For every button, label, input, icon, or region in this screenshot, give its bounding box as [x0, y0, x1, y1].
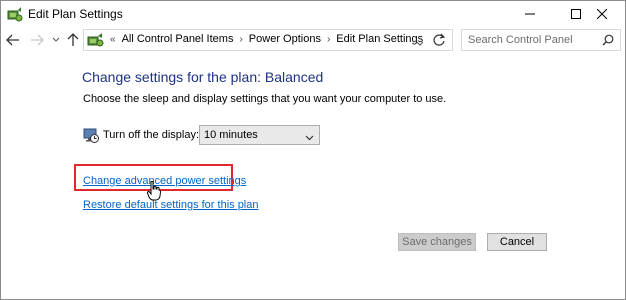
display-select-value: 10 minutes: [204, 129, 258, 141]
save-changes-button[interactable]: Save changes: [398, 233, 476, 251]
turn-off-display-select[interactable]: 10 minutes: [199, 125, 320, 145]
control-panel-icon: [87, 32, 105, 48]
navigation-bar: « All Control Panel Items › Power Option…: [1, 27, 625, 53]
back-arrow-icon[interactable]: [5, 32, 21, 48]
refresh-icon[interactable]: [432, 33, 446, 50]
hand-cursor-icon: [146, 180, 162, 201]
breadcrumb-all-control-panel-items[interactable]: All Control Panel Items: [122, 33, 234, 45]
forward-arrow-icon[interactable]: [29, 32, 45, 48]
search-input[interactable]: Search Control Panel: [461, 29, 621, 51]
address-dropdown-chevron-icon[interactable]: [416, 36, 424, 50]
minimize-button[interactable]: [507, 1, 553, 27]
breadcrumb-overflow[interactable]: «: [110, 34, 116, 45]
power-plan-icon: [7, 6, 23, 22]
page-subtitle: Choose the sleep and display settings th…: [83, 93, 447, 105]
chevron-down-icon: [305, 132, 314, 144]
search-icon[interactable]: [602, 34, 614, 49]
edit-plan-settings-window: Edit Plan Settings « All Control Panel I…: [0, 0, 626, 300]
page-title: Change settings for the plan: Balanced: [82, 69, 324, 85]
search-placeholder: Search Control Panel: [468, 34, 573, 46]
change-advanced-power-settings-link[interactable]: Change advanced power settings: [83, 175, 246, 187]
up-arrow-icon[interactable]: [65, 32, 81, 48]
breadcrumb-edit-plan-settings[interactable]: Edit Plan Settings: [336, 33, 423, 45]
recent-locations-chevron-icon[interactable]: [51, 32, 61, 48]
breadcrumb-separator[interactable]: ›: [239, 34, 242, 45]
breadcrumb: « All Control Panel Items › Power Option…: [110, 33, 423, 45]
restore-default-settings-link[interactable]: Restore default settings for this plan: [83, 199, 258, 211]
window-title: Edit Plan Settings: [28, 7, 123, 21]
close-button[interactable]: [579, 1, 625, 27]
turn-off-display-label: Turn off the display:: [103, 129, 199, 141]
monitor-clock-icon: [83, 127, 99, 143]
title-bar[interactable]: Edit Plan Settings: [1, 1, 625, 27]
address-bar[interactable]: « All Control Panel Items › Power Option…: [83, 29, 453, 51]
cancel-button[interactable]: Cancel: [487, 233, 547, 251]
breadcrumb-separator[interactable]: ›: [327, 34, 330, 45]
breadcrumb-power-options[interactable]: Power Options: [249, 33, 321, 45]
